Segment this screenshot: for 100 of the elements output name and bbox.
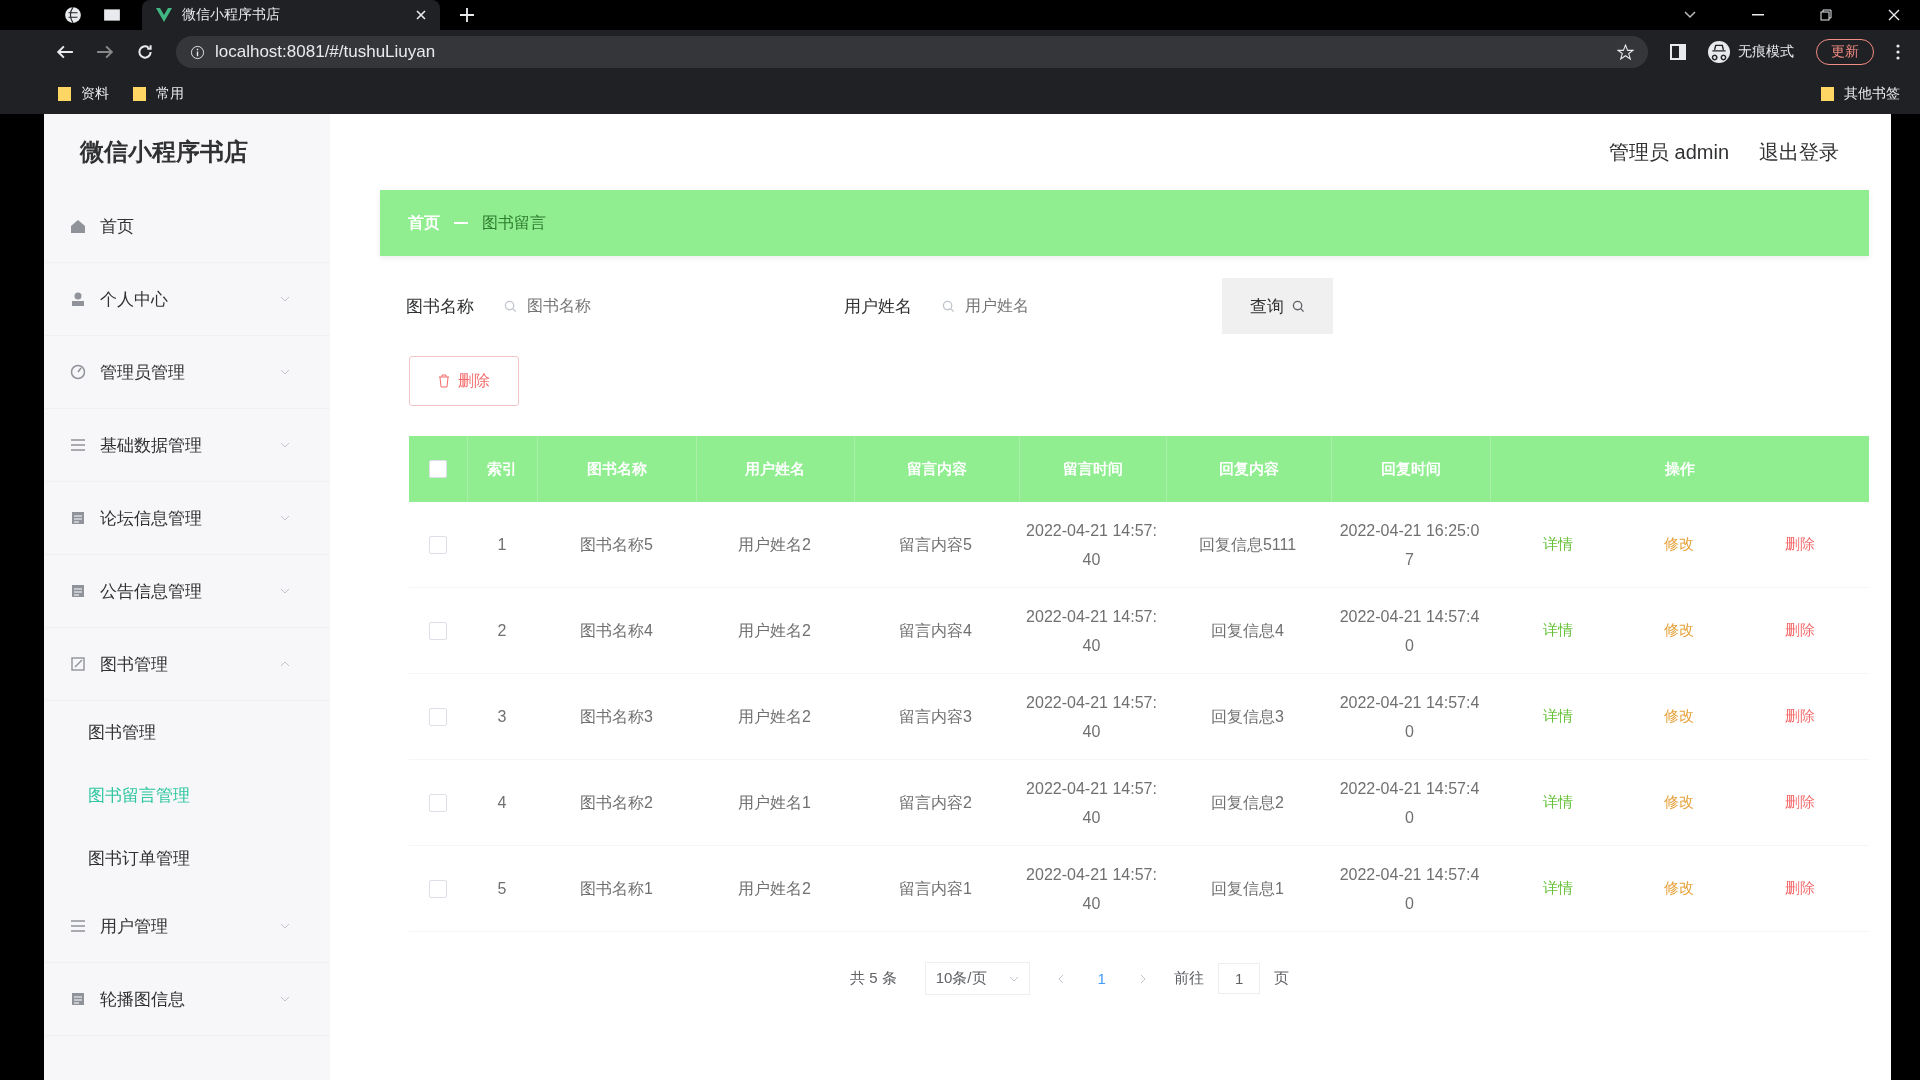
chevron-down-icon[interactable] bbox=[1684, 11, 1696, 19]
bookmark-folder[interactable]: 常用 bbox=[133, 85, 184, 103]
table-cell: 3 bbox=[497, 708, 507, 725]
table-cell: 用户姓名2 bbox=[738, 536, 811, 553]
search-icon bbox=[504, 299, 517, 313]
page-suffix: 页 bbox=[1274, 969, 1290, 988]
browser-tab[interactable]: 微信小程序书店 bbox=[142, 0, 440, 30]
chevron-down-icon bbox=[1008, 975, 1019, 982]
chevron-icon bbox=[280, 923, 290, 929]
v-logo-icon bbox=[156, 8, 172, 22]
table-cell: 2022-04-21 14:57:40 bbox=[1026, 865, 1157, 912]
separator-icon bbox=[454, 222, 468, 224]
checkbox[interactable] bbox=[429, 707, 447, 726]
trash-icon bbox=[438, 374, 450, 388]
plus-icon[interactable] bbox=[460, 8, 474, 22]
admin-label: 管理员 admin bbox=[1608, 139, 1729, 165]
sidebar-item[interactable]: 图书管理 bbox=[44, 628, 330, 701]
table-cell: 2022-04-21 14:57:40 bbox=[1026, 607, 1157, 654]
chevron-icon bbox=[280, 588, 290, 594]
window-icon[interactable] bbox=[102, 6, 122, 24]
more-vertical-icon[interactable] bbox=[1896, 44, 1900, 60]
checkbox[interactable] bbox=[429, 793, 447, 812]
table-cell: 图书名称1 bbox=[580, 880, 653, 897]
sidebar-panel-icon[interactable] bbox=[1670, 44, 1686, 60]
chevron-icon bbox=[280, 442, 290, 448]
close-icon[interactable] bbox=[1888, 9, 1900, 21]
checkbox[interactable] bbox=[428, 460, 447, 478]
column-header: 回复内容 bbox=[1165, 436, 1331, 502]
table-cell: 2022-04-21 14:57:40 bbox=[1339, 865, 1480, 912]
column-header: 回复时间 bbox=[1330, 436, 1491, 502]
table-cell: 回复信息2 bbox=[1211, 794, 1284, 811]
table-cell: 回复信息3 bbox=[1211, 708, 1284, 725]
column-header: 图书名称 bbox=[537, 436, 697, 502]
table-cell: 回复信息1 bbox=[1211, 880, 1284, 897]
chevron-icon bbox=[280, 369, 290, 375]
table-cell: 留言内容1 bbox=[899, 880, 972, 897]
logout-link[interactable]: 退出登录 bbox=[1759, 138, 1839, 166]
sidebar-item[interactable]: 首页 bbox=[44, 190, 330, 263]
address-field[interactable]: localhost:8081/#/tushuLiuyan bbox=[176, 36, 1648, 68]
incognito-icon[interactable] bbox=[1708, 41, 1730, 63]
star-icon[interactable] bbox=[1617, 43, 1634, 61]
search-button[interactable]: 查询 bbox=[1222, 278, 1333, 334]
page-input[interactable]: 1 bbox=[1217, 963, 1261, 994]
total-count: 共 5 条 bbox=[850, 969, 897, 988]
globe-icon[interactable] bbox=[64, 6, 82, 24]
table-cell: 2022-04-21 14:57:40 bbox=[1339, 779, 1480, 826]
table-cell: 4 bbox=[497, 794, 507, 811]
table-cell: 留言内容3 bbox=[899, 708, 972, 725]
sidebar-item[interactable]: 管理员管理 bbox=[44, 336, 330, 409]
close-icon[interactable] bbox=[416, 10, 426, 20]
reload-icon[interactable] bbox=[136, 43, 154, 61]
table-cell: 2022-04-21 14:57:40 bbox=[1026, 779, 1157, 826]
chevron-icon bbox=[280, 661, 290, 667]
sidebar-item[interactable]: 基础数据管理 bbox=[44, 409, 330, 482]
chevron-icon bbox=[280, 296, 290, 302]
table-cell: 2022-04-21 14:57:40 bbox=[1339, 693, 1480, 740]
search-icon bbox=[942, 299, 955, 313]
table-cell: 2 bbox=[497, 622, 507, 639]
sidebar-item[interactable]: 公告信息管理 bbox=[44, 555, 330, 628]
column-header: 留言内容 bbox=[853, 436, 1019, 502]
bookmark-folder[interactable]: 资料 bbox=[58, 85, 109, 103]
sidebar-item[interactable]: 论坛信息管理 bbox=[44, 482, 330, 555]
checkbox[interactable] bbox=[429, 535, 447, 554]
chevron-icon bbox=[280, 996, 290, 1002]
table-cell: 用户姓名2 bbox=[738, 708, 811, 725]
goto-label: 前往 bbox=[1173, 969, 1204, 988]
page-size-select[interactable]: 10条/页 bbox=[924, 962, 1030, 995]
sidebar-item[interactable]: 个人中心 bbox=[44, 263, 330, 336]
back-arrow-icon[interactable] bbox=[56, 43, 74, 61]
table-cell: 5 bbox=[497, 880, 507, 897]
table-cell: 2022-04-21 16:25:07 bbox=[1339, 521, 1480, 568]
sidebar-item[interactable]: 轮播图信息 bbox=[44, 963, 330, 1036]
checkbox[interactable] bbox=[429, 879, 447, 898]
table-cell: 2022-04-21 14:57:40 bbox=[1026, 693, 1157, 740]
table-cell: 2022-04-21 14:57:40 bbox=[1026, 521, 1157, 568]
table-cell: 图书名称4 bbox=[580, 622, 653, 639]
info-icon[interactable] bbox=[190, 44, 205, 60]
table-cell: 1 bbox=[497, 536, 507, 553]
table-cell: 用户姓名1 bbox=[738, 794, 811, 811]
table-cell: 用户姓名2 bbox=[738, 880, 811, 897]
checkbox[interactable] bbox=[429, 621, 447, 640]
bookmark-folder[interactable]: 其他书签 bbox=[1821, 85, 1900, 103]
app-title: 微信小程序书店 bbox=[78, 137, 249, 167]
column-header: 操作 bbox=[1490, 436, 1869, 502]
search-icon bbox=[1292, 299, 1305, 313]
table-cell: 留言内容4 bbox=[899, 622, 972, 639]
field-label: 图书名称 bbox=[406, 295, 474, 318]
table-cell: 用户姓名2 bbox=[738, 622, 811, 639]
restore-icon[interactable] bbox=[1820, 9, 1832, 21]
tab-title: 微信小程序书店 bbox=[182, 6, 281, 24]
minimize-icon[interactable] bbox=[1752, 14, 1764, 16]
table-cell: 图书名称3 bbox=[580, 708, 653, 725]
forward-arrow-icon[interactable] bbox=[96, 43, 114, 61]
sidebar-item[interactable]: 用户管理 bbox=[44, 890, 330, 963]
submenu-item[interactable]: 图书管理 bbox=[44, 701, 330, 764]
submenu-item[interactable]: 图书订单管理 bbox=[44, 827, 330, 890]
table-cell: 图书名称5 bbox=[580, 536, 653, 553]
column-header: 用户姓名 bbox=[696, 436, 854, 502]
table-cell: 留言内容5 bbox=[899, 536, 972, 553]
table-cell: 回复信息4 bbox=[1211, 622, 1284, 639]
